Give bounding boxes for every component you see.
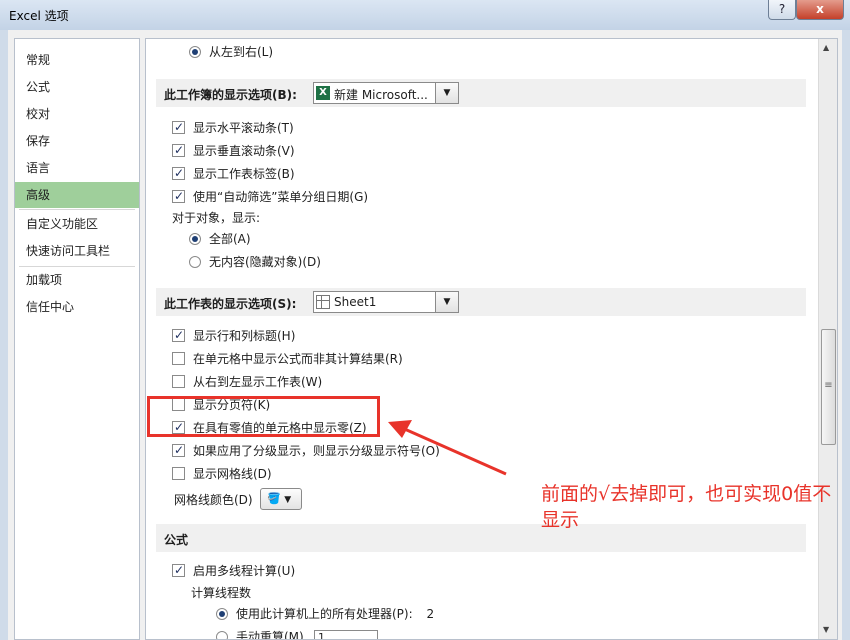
close-button[interactable]: x xyxy=(796,0,844,20)
radio-left-to-right[interactable]: 从左到右(L) xyxy=(189,43,273,61)
nav-item-formulas[interactable]: 公式 xyxy=(15,74,139,100)
nav-item-language[interactable]: 语言 xyxy=(15,155,139,181)
option-autofilter-group-dates[interactable]: 使用“自动筛选”菜单分组日期(G) xyxy=(172,187,368,206)
excel-icon: X xyxy=(316,86,330,100)
gridline-color-button[interactable]: 🪣 ▼ xyxy=(260,488,302,510)
objects-display-label: 对于对象，显示: xyxy=(172,211,261,225)
checkbox[interactable] xyxy=(172,326,185,344)
nav-item-trust-center[interactable]: 信任中心 xyxy=(15,294,139,320)
checkbox[interactable] xyxy=(172,141,185,159)
nav-item-quick-access-toolbar[interactable]: 快速访问工具栏 xyxy=(15,238,139,264)
workbook-display-section: 此工作簿的显示选项(B): X 新建 Microsoft... ▼ xyxy=(156,79,806,107)
annotation-highlight-box xyxy=(147,396,380,437)
chevron-down-icon: ▼ xyxy=(284,495,292,505)
checkbox[interactable] xyxy=(172,561,185,579)
chevron-down-icon[interactable]: ▼ xyxy=(435,292,458,312)
section-title: 此工作簿的显示选项(B): xyxy=(164,88,297,102)
option-multithreaded-calc[interactable]: 启用多线程计算(U) xyxy=(172,561,295,580)
category-nav: 常规 公式 校对 保存 语言 高级 自定义功能区 快速访问工具栏 加载项 信任中… xyxy=(14,38,140,640)
option-gridlines[interactable]: 显示网格线(D) xyxy=(172,465,272,483)
checkbox[interactable] xyxy=(172,187,185,205)
radio-all-processors[interactable]: 使用此计算机上的所有处理器(P): 2 xyxy=(216,605,434,623)
nav-item-proofing[interactable]: 校对 xyxy=(15,101,139,127)
manual-threads-stepper[interactable]: 1 xyxy=(314,630,378,639)
paint-bucket-icon: 🪣 xyxy=(267,492,281,505)
workbook-dropdown[interactable]: X 新建 Microsoft... ▼ xyxy=(313,82,459,104)
radio-button[interactable] xyxy=(189,46,201,58)
nav-item-general[interactable]: 常规 xyxy=(15,47,139,73)
gridline-color-label: 网格线颜色(D) xyxy=(174,493,253,507)
scroll-down-icon[interactable]: ▼ xyxy=(823,625,829,634)
radio-button[interactable] xyxy=(189,256,201,268)
nav-item-add-ins[interactable]: 加载项 xyxy=(15,267,139,293)
advanced-options-pane: 从左到右(L) 此工作簿的显示选项(B): X 新建 Microsoft... … xyxy=(145,38,838,640)
option-sheet-tabs[interactable]: 显示工作表标签(B) xyxy=(172,164,295,183)
scrollbar-thumb[interactable]: ≡ xyxy=(821,329,836,445)
option-horizontal-scrollbar[interactable]: 显示水平滚动条(T) xyxy=(172,118,294,137)
section-title: 此工作表的显示选项(S): xyxy=(164,297,297,311)
checkbox[interactable] xyxy=(172,164,185,182)
sheet-icon xyxy=(316,295,330,309)
checkbox[interactable] xyxy=(172,375,185,388)
option-right-to-left[interactable]: 从右到左显示工作表(W) xyxy=(172,373,322,391)
window-title: Excel 选项 xyxy=(9,9,69,23)
radio-objects-all[interactable]: 全部(A) xyxy=(189,230,251,248)
radio-button[interactable] xyxy=(216,608,228,620)
nav-separator xyxy=(19,209,135,210)
radio-button[interactable] xyxy=(216,631,228,639)
help-button[interactable]: ? xyxy=(768,0,796,20)
option-row-column-headers[interactable]: 显示行和列标题(H) xyxy=(172,326,295,345)
title-bar: Excel 选项 ? x xyxy=(0,0,850,30)
option-outline-symbols[interactable]: 如果应用了分级显示，则显示分级显示符号(O) xyxy=(172,441,440,460)
dialog-body: 常规 公式 校对 保存 语言 高级 自定义功能区 快速访问工具栏 加载项 信任中… xyxy=(8,30,842,640)
nav-item-advanced[interactable]: 高级 xyxy=(15,182,139,208)
processor-count: 2 xyxy=(426,607,435,621)
annotation-text: 前面的√去掉即可，也可实现0值不显示 xyxy=(541,483,832,531)
chevron-down-icon[interactable]: ▼ xyxy=(435,83,458,103)
radio-button[interactable] xyxy=(189,233,201,245)
checkbox[interactable] xyxy=(172,118,185,136)
scroll-up-icon[interactable]: ▲ xyxy=(823,43,829,52)
vertical-scrollbar[interactable]: ▲ ≡ ▼ xyxy=(818,39,837,639)
option-vertical-scrollbar[interactable]: 显示垂直滚动条(V) xyxy=(172,141,295,160)
option-show-formulas[interactable]: 在单元格中显示公式而非其计算结果(R) xyxy=(172,350,403,368)
nav-item-save[interactable]: 保存 xyxy=(15,128,139,154)
checkbox[interactable] xyxy=(172,352,185,365)
checkbox[interactable] xyxy=(172,467,185,480)
radio-objects-nothing[interactable]: 无内容(隐藏对象)(D) xyxy=(189,253,321,271)
nav-item-customize-ribbon[interactable]: 自定义功能区 xyxy=(15,211,139,237)
worksheet-dropdown[interactable]: Sheet1 ▼ xyxy=(313,291,459,313)
section-title: 公式 xyxy=(164,533,189,547)
checkbox[interactable] xyxy=(172,441,185,459)
calc-threads-label: 计算线程数 xyxy=(191,586,252,600)
worksheet-display-section: 此工作表的显示选项(S): Sheet1 ▼ xyxy=(156,288,806,316)
radio-manual-threads[interactable]: 手动重算(M) xyxy=(216,628,304,639)
